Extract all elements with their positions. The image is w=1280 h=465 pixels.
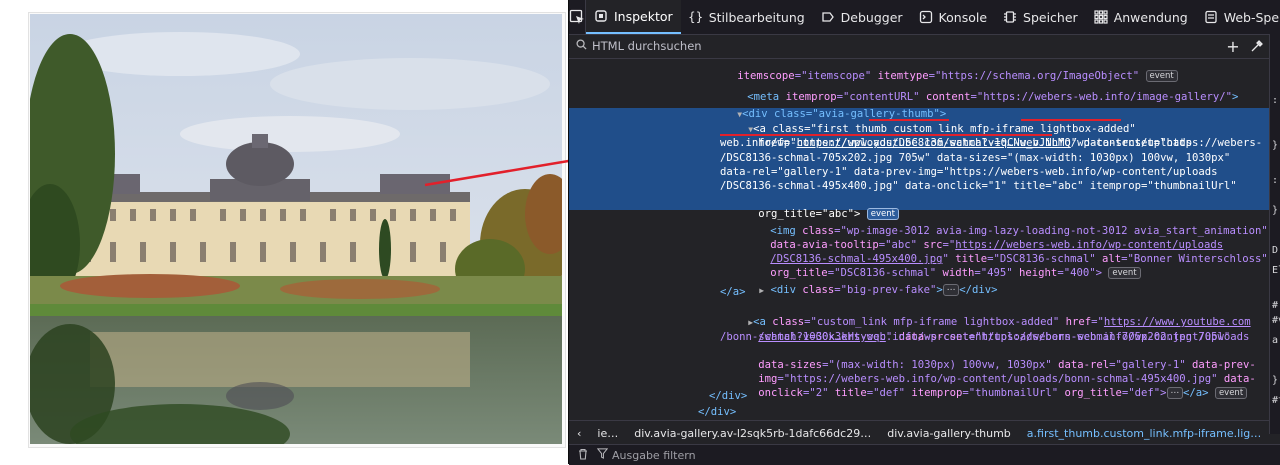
add-node-button[interactable]: + [1221,34,1245,58]
search-icon [576,39,588,53]
event-badge[interactable]: event [1214,387,1248,400]
rules-pane-glyph: #v [1272,315,1280,326]
rules-pane-glyph: : [1272,95,1279,106]
plus-icon: + [1226,36,1240,56]
breadcrumb-item[interactable]: div.avia-gallery-thumb [879,427,1019,440]
page-content [0,0,660,464]
tab-application[interactable]: Anwendung [1086,0,1196,34]
selected-node-line[interactable]: web.info/wp-content/uploads/DSC8136-schm… [720,136,1192,150]
console-filter-bar: Ausgabe filtern [569,444,1280,465]
selected-node-line[interactable]: /DSC8136-schmal-705x202.jpg 705w" data-s… [720,151,1230,165]
application-icon [1094,10,1108,24]
element-picker-button[interactable] [569,0,586,34]
tab-label: Debugger [840,9,903,25]
console-filter-input[interactable]: Ausgabe filtern [612,449,696,462]
inspector-toolbar: + [569,34,1269,59]
tab-inspector[interactable]: Inspektor [586,0,681,34]
tab-memory[interactable]: Speicher [995,0,1086,34]
tab-debugger[interactable]: Debugger [813,0,911,34]
memory-icon [1003,10,1017,24]
rules-pane-glyph: #t [1272,395,1280,406]
tab-label: Anwendung [1113,9,1188,25]
rules-pane-glyph: El [1272,265,1280,276]
tab-label: Web-Speic [1223,9,1280,25]
rules-pane-glyph: # [1272,300,1279,311]
breadcrumb-item[interactable]: div.avia-gallery.av-l2sqk5rb-1dafc66dc29… [626,427,879,440]
red-underline-annotation [720,134,1052,136]
inspector-icon [594,9,608,23]
rules-pane-glyph: } [1272,205,1279,216]
markup-tree: itemscope="itemscope" itemtype="https://… [569,58,1269,420]
rules-pane-glyph: a. [1272,335,1280,346]
collapsed-content-badge[interactable]: ⋯ [1166,387,1184,400]
tree-line[interactable]: </div> [709,389,747,403]
event-badge[interactable]: event [1108,267,1141,280]
tree-line[interactable]: /bonn-schmal-1030x…ers-web.info/wp-conte… [720,330,1230,344]
breadcrumb-item-current[interactable]: a.first_thumb.custom_link.mfp-iframe.lig… [1019,427,1269,440]
castle-photo [30,14,562,444]
rules-sidebar-edge: :}:} D El # #v a.} #t [1269,34,1280,434]
rules-pane-glyph: D [1272,245,1279,256]
tree-line[interactable]: onclick="2" title="def" itemprop="thumbn… [720,372,1248,415]
selected-node-line[interactable]: /DSC8136-schmal-495x400.jpg" data-onclic… [720,179,1237,193]
collapsed-content-badge[interactable]: ⋯ [942,284,960,297]
devtools-tabbar: Inspektor {} Stilbearbeitung Debugger Ko… [569,0,1280,35]
tab-style-editor[interactable]: {} Stilbearbeitung [681,0,813,34]
filter-icon [596,448,609,462]
element-picker-icon [569,9,584,24]
rules-pane-glyph: } [1272,375,1279,386]
tab-label: Konsole [938,9,988,25]
tab-label: Stilbearbeitung [708,9,805,25]
tree-line[interactable]: </div> [698,405,736,419]
devtools-panel: Inspektor {} Stilbearbeitung Debugger Ko… [568,0,1280,465]
tab-label: Inspektor [614,8,673,24]
breadcrumb-item[interactable]: ie… [589,427,626,440]
breadcrumb: ‹ ie… div.avia-gallery.av-l2sqk5rb-1dafc… [569,420,1269,445]
red-underline-annotation [1021,119,1121,121]
red-underline-annotation [869,119,949,121]
style-editor-icon: {} [688,10,704,24]
eyedropper-button[interactable] [1245,34,1269,58]
eyedropper-icon [1251,40,1263,52]
trash-icon[interactable] [577,448,589,463]
rules-pane-glyph: } [1272,140,1279,151]
tree-line[interactable]: </a> [720,285,746,299]
tab-label: Speicher [1023,9,1078,25]
selected-node-line[interactable]: data-rel="gallery-1" data-prev-img="http… [720,165,1217,179]
html-search-input[interactable] [588,38,1221,54]
console-icon [919,10,933,24]
debugger-icon [821,10,835,24]
tab-console[interactable]: Konsole [911,0,995,34]
gallery-thumbnail-image[interactable] [30,14,562,444]
tab-storage[interactable]: Web-Speic [1196,0,1280,34]
collapsed-arrow-icon[interactable]: ▶ [759,286,764,295]
breadcrumb-back-icon[interactable]: ‹ [569,427,589,440]
rules-pane-glyph: : [1272,175,1279,186]
storage-icon [1204,10,1218,24]
